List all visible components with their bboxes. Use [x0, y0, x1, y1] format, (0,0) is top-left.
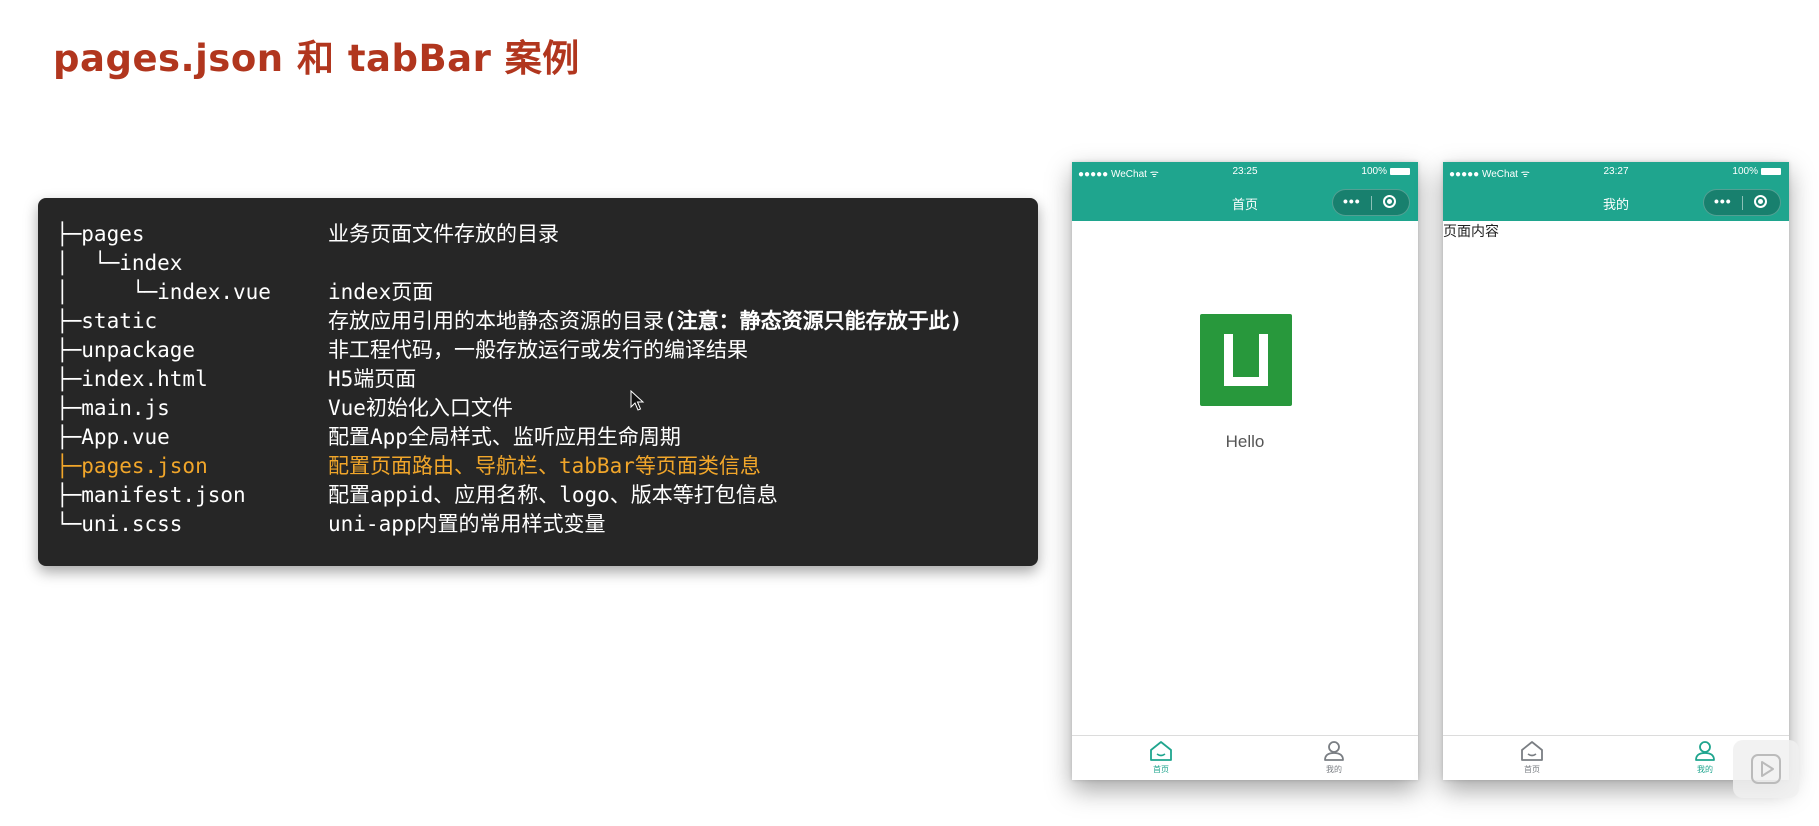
battery-indicator: 100% — [1361, 166, 1410, 177]
capsule-divider — [1742, 196, 1743, 210]
page-content-text: 页面内容 — [1443, 224, 1499, 240]
tree-desc: 配置appid、应用名称、logo、版本等打包信息 — [328, 483, 778, 507]
tree-row-main-js: ├─main.js Vue初始化入口文件 — [56, 394, 513, 423]
tree-desc-text: 存放应用引用的本地静态资源的目录 — [328, 309, 664, 333]
tab-bar: 首页 我的 — [1072, 735, 1418, 780]
tree-name: │ └─index — [56, 251, 183, 275]
tree-desc: index页面 — [328, 280, 434, 304]
capsule-divider — [1371, 196, 1372, 210]
tree-name: └─uni.scss — [56, 512, 183, 536]
tree-row-index-vue: │ └─index.vue index页面 — [56, 278, 433, 307]
video-play-button[interactable] — [1733, 740, 1799, 798]
tree-name: ├─main.js — [56, 396, 170, 420]
battery-icon — [1390, 167, 1410, 175]
tree-row-pages-json: ├─pages.json 配置页面路由、导航栏、tabBar等页面类信息 — [56, 452, 761, 481]
navigation-bar: 首页 ••• — [1072, 184, 1418, 221]
logo-u-shape — [1224, 334, 1268, 386]
status-bar: ●●●●● WeChat ᯤ 23:27 100% — [1443, 162, 1789, 184]
tree-row-index-html: ├─index.html H5端页面 — [56, 365, 416, 394]
tree-name: ├─unpackage — [56, 338, 196, 362]
status-bar: ●●●●● WeChat ᯤ 23:25 100% — [1072, 162, 1418, 184]
tab-label: 首页 — [1153, 765, 1169, 774]
tree-desc: H5端页面 — [328, 367, 417, 391]
tree-desc: 非工程代码，一般存放运行或发行的编译结果 — [328, 338, 748, 362]
tree-name: ├─App.vue — [56, 425, 170, 449]
tree-row-unpackage: ├─unpackage 非工程代码，一般存放运行或发行的编译结果 — [56, 336, 748, 365]
tab-label: 我的 — [1697, 765, 1713, 774]
slide-title: pages.json 和 tabBar 案例 — [53, 37, 580, 80]
mouse-cursor-icon — [630, 390, 645, 411]
tab-mine[interactable]: 我的 — [1675, 740, 1735, 775]
directory-tree-panel: ├─pages 业务页面文件存放的目录 │ └─index │ └─index.… — [38, 198, 1038, 566]
more-icon[interactable]: ••• — [1343, 193, 1361, 209]
tree-row-index: │ └─index — [56, 249, 182, 278]
hello-text: Hello — [1225, 432, 1265, 451]
uniapp-logo — [1200, 314, 1292, 406]
tab-mine[interactable]: 我的 — [1304, 740, 1364, 775]
more-icon[interactable]: ••• — [1714, 193, 1732, 209]
tree-row-pages: ├─pages 业务页面文件存放的目录 — [56, 220, 559, 249]
user-icon — [1695, 741, 1715, 761]
tree-name: ├─manifest.json — [56, 483, 246, 507]
tree-desc: uni-app内置的常用样式变量 — [328, 512, 606, 536]
close-target-icon[interactable] — [1383, 195, 1396, 208]
tab-label: 首页 — [1524, 765, 1540, 774]
tree-name: ├─index.html — [56, 367, 208, 391]
tree-desc: 配置App全局样式、监听应用生命周期 — [328, 425, 681, 449]
tree-desc: Vue初始化入口文件 — [328, 396, 513, 420]
battery-percent: 100% — [1732, 166, 1758, 177]
tree-row-uni-scss: └─uni.scss uni-app内置的常用样式变量 — [56, 510, 606, 539]
miniprogram-capsule[interactable]: ••• — [1703, 189, 1781, 216]
tab-label: 我的 — [1326, 765, 1342, 774]
phone-preview-home: ●●●●● WeChat ᯤ 23:25 100% 首页 ••• Hello 首… — [1072, 162, 1418, 780]
home-icon — [1521, 741, 1543, 761]
tree-row-app-vue: ├─App.vue 配置App全局样式、监听应用生命周期 — [56, 423, 681, 452]
tree-desc: 存放应用引用的本地静态资源的目录(注意：静态资源只能存放于此) — [328, 307, 962, 336]
battery-icon — [1761, 167, 1781, 175]
battery-indicator: 100% — [1732, 166, 1781, 177]
tree-row-manifest-json: ├─manifest.json 配置appid、应用名称、logo、版本等打包信… — [56, 481, 778, 510]
battery-percent: 100% — [1361, 166, 1387, 177]
tree-name: │ └─index.vue — [56, 280, 271, 304]
user-icon — [1324, 741, 1344, 761]
tree-row-static: ├─static 存放应用引用的本地静态资源的目录(注意：静态资源只能存放于此) — [56, 307, 962, 336]
tab-home[interactable]: 首页 — [1502, 740, 1562, 775]
miniprogram-capsule[interactable]: ••• — [1332, 189, 1410, 216]
tree-name: ├─static — [56, 309, 158, 333]
tree-desc: 业务页面文件存放的目录 — [328, 222, 559, 246]
home-icon — [1150, 741, 1172, 761]
play-icon — [1751, 754, 1781, 784]
tab-home[interactable]: 首页 — [1131, 740, 1191, 775]
tree-desc-note: (注意：静态资源只能存放于此) — [664, 309, 963, 333]
close-target-icon[interactable] — [1754, 195, 1767, 208]
tree-name: ├─pages — [56, 222, 145, 246]
tree-name: ├─pages.json — [56, 454, 208, 478]
tree-desc: 配置页面路由、导航栏、tabBar等页面类信息 — [328, 454, 761, 478]
phone-preview-mine: ●●●●● WeChat ᯤ 23:27 100% 我的 ••• 页面内容 首页… — [1443, 162, 1789, 780]
navigation-bar: 我的 ••• — [1443, 184, 1789, 221]
